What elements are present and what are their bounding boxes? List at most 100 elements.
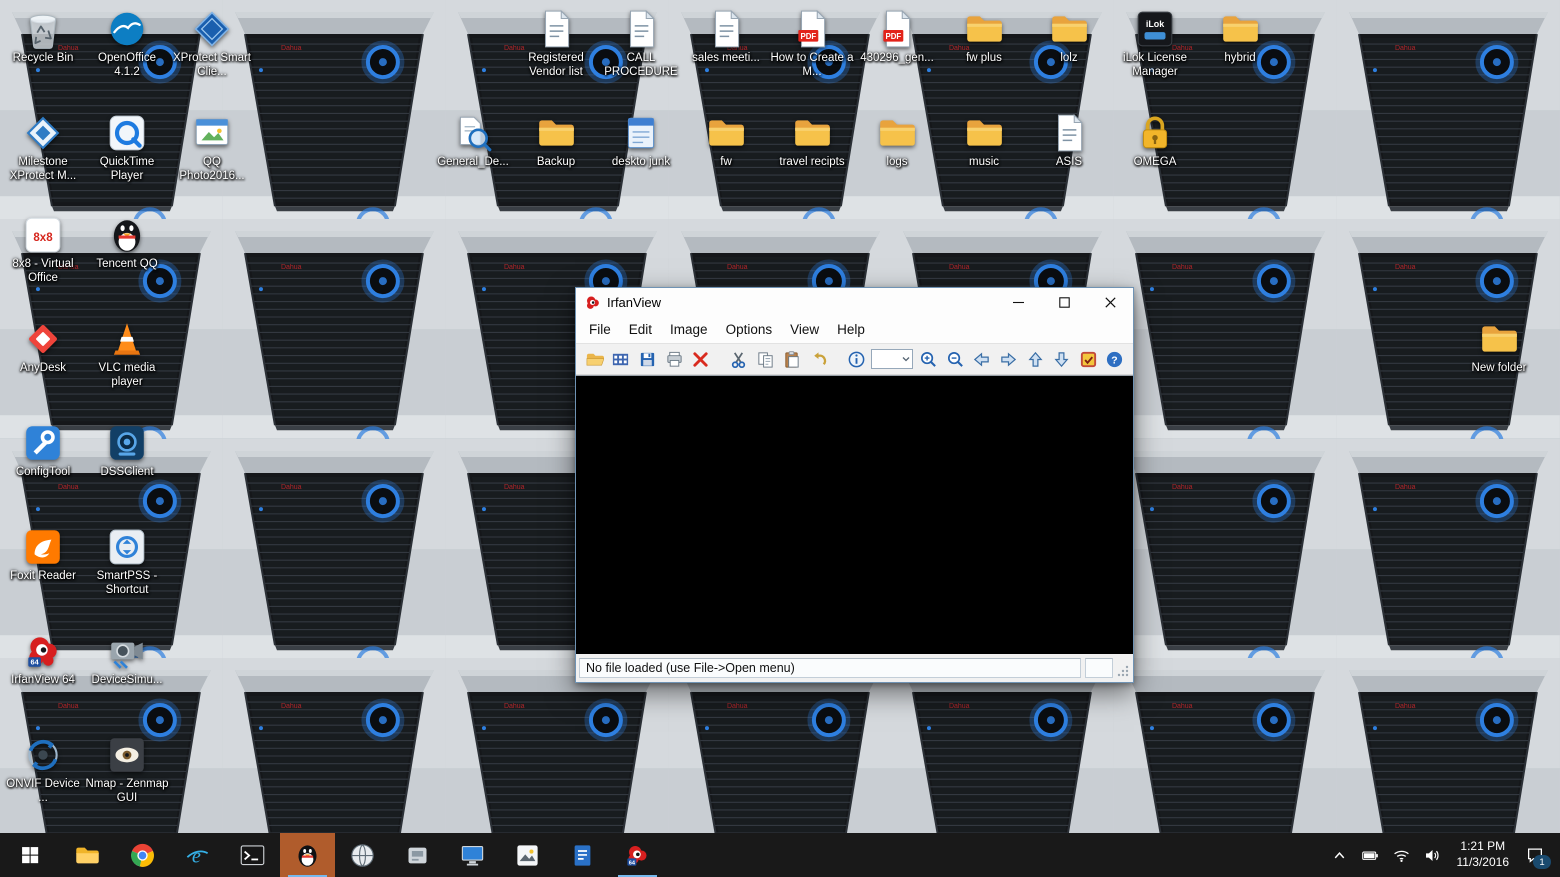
- menu-item-options[interactable]: Options: [717, 318, 782, 341]
- desktop-icon-fw-plus[interactable]: fw plus: [941, 8, 1027, 66]
- desktop-icon-devicesimu[interactable]: DeviceSimu...: [84, 630, 170, 688]
- save-button[interactable]: [636, 347, 659, 372]
- multipage-check-button[interactable]: [1077, 347, 1100, 372]
- desktop-icon-omega[interactable]: OMEGA: [1112, 112, 1198, 170]
- cut-button[interactable]: [727, 347, 750, 372]
- desktop-icon-openoffice-4-1-2[interactable]: OpenOffice 4.1.2: [84, 8, 170, 79]
- taskbar-app-file-explorer[interactable]: [60, 833, 115, 877]
- menu-item-file[interactable]: File: [580, 318, 620, 341]
- tray-chevron-up-icon[interactable]: [1329, 844, 1351, 866]
- slideshow-button[interactable]: [610, 347, 633, 372]
- zoom-in-button[interactable]: [917, 347, 940, 372]
- zoom-out-button[interactable]: [944, 347, 967, 372]
- help-button[interactable]: ?: [1104, 347, 1127, 372]
- battery-icon[interactable]: [1360, 844, 1382, 866]
- desktop-icon-8x8-virtual-office[interactable]: 8x88x8 - Virtual Office: [0, 214, 86, 285]
- taskbar-app-qq[interactable]: [280, 833, 335, 877]
- desktop-icon-backup[interactable]: Backup: [513, 112, 599, 170]
- desktop-icon-deskto-junk[interactable]: deskto junk: [598, 112, 684, 170]
- utility-app-icon: [404, 842, 431, 869]
- desktop-icon-registered-vendor-list[interactable]: Registered Vendor list: [513, 8, 599, 79]
- clock[interactable]: 1:21 PM 11/3/2016: [1453, 839, 1514, 870]
- desktop-icon-asis[interactable]: ASIS: [1026, 112, 1112, 170]
- copy-button[interactable]: [754, 347, 777, 372]
- window-title: IrfanView: [607, 295, 661, 310]
- desktop-icon-travel-recipts[interactable]: travel recipts: [769, 112, 855, 170]
- desktop-icon-quicktime-player[interactable]: QuickTime Player: [84, 112, 170, 183]
- menu-item-view[interactable]: View: [781, 318, 828, 341]
- desktop-icon-nmap-zenmap-gui[interactable]: Nmap - Zenmap GUI: [84, 734, 170, 805]
- info-button[interactable]: [845, 347, 868, 372]
- start-button[interactable]: [0, 833, 60, 877]
- notification-badge: 1: [1533, 855, 1551, 869]
- desktop-icon-label: New folder: [1472, 362, 1527, 376]
- desktop-icon-irfanview-64[interactable]: 64IrfanView 64: [0, 630, 86, 688]
- onvif-icon: [22, 734, 64, 776]
- milestone-icon: [22, 112, 64, 154]
- desktop-icon-new-folder[interactable]: New folder: [1456, 318, 1542, 376]
- taskbar-app-utility-app[interactable]: [390, 833, 445, 877]
- resize-grip[interactable]: [1117, 659, 1130, 677]
- desktop-icon-dssclient[interactable]: DSSClient: [84, 422, 170, 480]
- configtool-icon: [22, 422, 64, 464]
- desktop-icon-call-procedure[interactable]: CALL PROCEDURE: [598, 8, 684, 79]
- delete-button[interactable]: [689, 347, 712, 372]
- qq-photo-icon: [191, 112, 233, 154]
- desktop-icon-ilok-license-manager[interactable]: iLokiLok License Manager: [1112, 8, 1198, 79]
- desktop-icon-vlc-media-player[interactable]: VLC media player: [84, 318, 170, 389]
- desktop-icon-lolz[interactable]: lolz: [1026, 8, 1112, 66]
- taskbar-app-document-app[interactable]: [555, 833, 610, 877]
- desktop-icon-label: Foxit Reader: [10, 570, 76, 584]
- taskbar-app-desktop-app[interactable]: [445, 833, 500, 877]
- desktop-icon-configtool[interactable]: ConfigTool: [0, 422, 86, 480]
- zoom-select-dropdown[interactable]: [871, 349, 913, 369]
- desktop-icon-milestone-xprotect-m[interactable]: Milestone XProtect M...: [0, 112, 86, 183]
- undo-button[interactable]: [807, 347, 830, 372]
- close-button[interactable]: [1087, 288, 1133, 316]
- desktop-icon-hybrid[interactable]: hybrid: [1197, 8, 1283, 66]
- svg-text:PDF: PDF: [885, 32, 901, 41]
- desktop-icon-general-de[interactable]: General_De...: [430, 112, 516, 170]
- action-center-icon[interactable]: 1: [1522, 842, 1548, 868]
- minimize-button[interactable]: [995, 288, 1041, 316]
- pdf-icon: PDF: [876, 8, 918, 50]
- desktop-icon-xprotect-smart-clie[interactable]: XProtect Smart Clie...: [169, 8, 255, 79]
- desktop-icon-logs[interactable]: logs: [854, 112, 940, 170]
- taskbar-app-chrome[interactable]: [115, 833, 170, 877]
- network-icon[interactable]: [1391, 844, 1413, 866]
- desktop-icon-sales-meeti[interactable]: sales meeti...: [683, 8, 769, 66]
- menu-item-help[interactable]: Help: [828, 318, 874, 341]
- desktop-icon-smartpss-shortcut[interactable]: SmartPSS - Shortcut: [84, 526, 170, 597]
- next-button[interactable]: [997, 347, 1020, 372]
- document-icon: [1048, 112, 1090, 154]
- taskbar-app-terminal[interactable]: [225, 833, 280, 877]
- desktop-icon-label: 430296_gen...: [860, 52, 934, 66]
- taskbar-app-internet-explorer[interactable]: e: [170, 833, 225, 877]
- smartpss-icon: [106, 526, 148, 568]
- desktop-icon-anydesk[interactable]: AnyDesk: [0, 318, 86, 376]
- desktop-icon-foxit-reader[interactable]: Foxit Reader: [0, 526, 86, 584]
- menu-item-edit[interactable]: Edit: [620, 318, 661, 341]
- desktop-icon-tencent-qq[interactable]: Tencent QQ: [84, 214, 170, 272]
- desktop-icon-how-to-create-a-m[interactable]: PDFHow to Create a M...: [769, 8, 855, 79]
- page-last-button[interactable]: [1050, 347, 1073, 372]
- desktop-icon-onvif-device[interactable]: ONVIF Device ...: [0, 734, 86, 805]
- volume-icon[interactable]: [1422, 844, 1444, 866]
- maximize-button[interactable]: [1041, 288, 1087, 316]
- desktop-icon-430296-gen[interactable]: PDF 430296_gen...: [854, 8, 940, 66]
- print-button[interactable]: [663, 347, 686, 372]
- taskbar-app-irfanview[interactable]: 64: [610, 833, 665, 877]
- desktop-icon-fw[interactable]: fw: [683, 112, 769, 170]
- open-button[interactable]: [583, 347, 606, 372]
- desktop-icon-music[interactable]: music: [941, 112, 1027, 170]
- window-titlebar[interactable]: IrfanView: [576, 288, 1133, 316]
- menu-item-image[interactable]: Image: [661, 318, 717, 341]
- page-first-button[interactable]: [1024, 347, 1047, 372]
- taskbar-app-globe-app[interactable]: [335, 833, 390, 877]
- desktop-icon-label: Milestone XProtect M...: [0, 156, 86, 183]
- paste-button[interactable]: [780, 347, 803, 372]
- taskbar-app-photos[interactable]: [500, 833, 555, 877]
- prev-button[interactable]: [970, 347, 993, 372]
- desktop-icon-recycle-bin[interactable]: Recycle Bin: [0, 8, 86, 66]
- desktop-icon-qq-photo2016[interactable]: QQ Photo2016...: [169, 112, 255, 183]
